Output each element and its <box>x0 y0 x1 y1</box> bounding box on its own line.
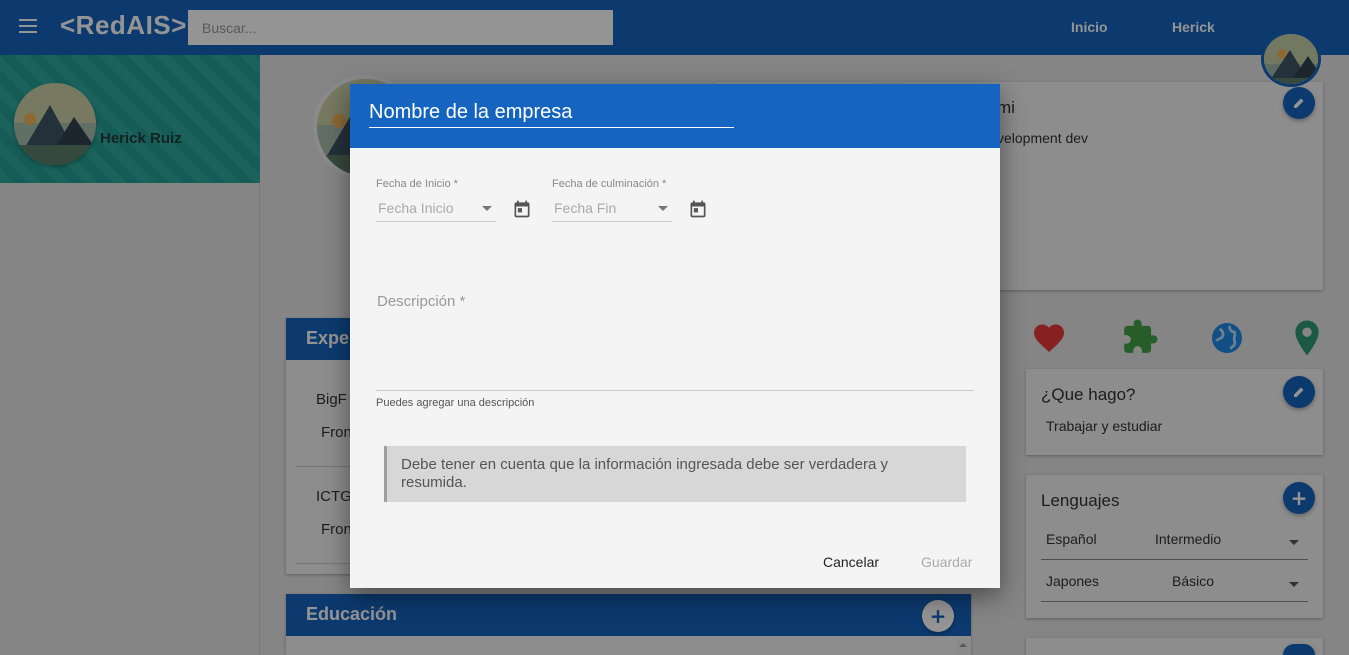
start-date-value: Fecha Inicio <box>378 200 454 216</box>
dialog-header <box>350 84 1000 148</box>
info-notice: Debe tener en cuenta que la información … <box>384 446 966 502</box>
chevron-down-icon[interactable] <box>482 206 492 211</box>
experience-dialog: Fecha de Inicio * Fecha Inicio Fecha de … <box>350 84 1000 588</box>
end-date-value: Fecha Fin <box>554 200 617 216</box>
description-label: Descripción * <box>377 293 466 310</box>
description-underline <box>376 390 974 391</box>
end-date-label: Fecha de culminación * <box>552 178 667 190</box>
start-date-label: Fecha de Inicio * <box>376 178 458 190</box>
calendar-icon[interactable] <box>688 199 708 219</box>
end-date-select[interactable]: Fecha Fin <box>552 197 672 222</box>
cancel-button[interactable]: Cancelar <box>823 554 879 570</box>
description-hint: Puedes agregar una descripción <box>376 397 535 409</box>
start-date-select[interactable]: Fecha Inicio <box>376 197 496 222</box>
calendar-icon[interactable] <box>512 199 532 219</box>
save-button[interactable]: Guardar <box>921 554 972 570</box>
company-name-input[interactable] <box>369 100 734 128</box>
chevron-down-icon[interactable] <box>658 206 668 211</box>
description-textarea[interactable] <box>376 316 974 388</box>
